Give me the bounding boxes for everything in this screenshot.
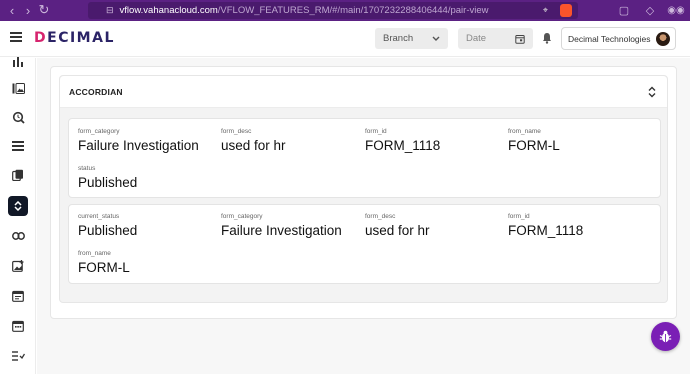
- brave-shield-icon[interactable]: [560, 4, 572, 17]
- private-window-icon[interactable]: ◉◉: [667, 2, 684, 18]
- location-icon[interactable]: ⌖: [543, 5, 548, 16]
- field-label: from_name: [508, 128, 541, 135]
- field: from_name FORM-L: [508, 128, 560, 154]
- field-label: status: [78, 165, 96, 172]
- field: form_id FORM_1118: [508, 213, 583, 239]
- url-path: /VFLOW_FEATURES_RM/#/main/17072322884064…: [217, 5, 489, 16]
- list-icon[interactable]: [8, 136, 28, 156]
- avatar[interactable]: [656, 32, 670, 46]
- url-host: vflow.vahanacloud.com: [119, 5, 218, 16]
- branch-select[interactable]: Branch: [375, 28, 448, 49]
- reload-icon[interactable]: ↻: [36, 2, 52, 18]
- expand-collapse-icon[interactable]: [645, 85, 659, 99]
- field-label: from_name: [78, 250, 111, 257]
- company-selector[interactable]: Decimal Technologies: [561, 27, 676, 50]
- app-header: DECIMAL Branch Date Decimal Technologies: [0, 21, 690, 57]
- content-card: ACCORDIAN form_category Failure Investig…: [50, 66, 677, 319]
- field-value: FORM_1118: [508, 223, 584, 238]
- field-value: Failure Investigation: [78, 138, 199, 153]
- field-label: form_desc: [221, 128, 252, 135]
- gallery-icon[interactable]: [8, 78, 28, 98]
- field-value: FORM-L: [78, 260, 130, 275]
- record-card: current_status Published form_category F…: [68, 204, 661, 284]
- notification-bell-icon[interactable]: [540, 31, 554, 45]
- date-placeholder: Date: [466, 33, 487, 44]
- forward-icon[interactable]: ›: [20, 2, 36, 18]
- branch-placeholder: Branch: [383, 33, 414, 44]
- checklist-icon[interactable]: [8, 346, 28, 366]
- link-icon[interactable]: [8, 226, 28, 246]
- date-picker[interactable]: Date: [458, 28, 533, 49]
- url-shield-icon: ⊟: [106, 5, 114, 15]
- bug-report-button[interactable]: [651, 322, 680, 351]
- main-content: ACCORDIAN form_category Failure Investig…: [37, 58, 690, 374]
- field-label: form_id: [365, 128, 387, 135]
- field: form_desc used for hr: [365, 213, 430, 239]
- field-value: Published: [78, 223, 138, 238]
- bug-icon: [659, 330, 672, 343]
- field-label: form_id: [508, 213, 530, 220]
- calendar-icon[interactable]: [8, 316, 28, 336]
- chevron-down-icon: [432, 36, 440, 41]
- field-value: Failure Investigation: [221, 223, 342, 238]
- field-value: used for hr: [365, 223, 430, 238]
- decimal-logo: DECIMAL: [34, 30, 115, 46]
- field-label: form_category: [78, 128, 120, 135]
- accordion-title: ACCORDIAN: [69, 87, 123, 97]
- menu-icon[interactable]: [10, 32, 22, 42]
- field: form_id FORM_1118: [365, 128, 440, 154]
- field-value: Published: [78, 175, 138, 190]
- bar-chart-icon[interactable]: [8, 52, 28, 72]
- field: status Published: [78, 165, 137, 191]
- back-icon[interactable]: ‹: [4, 2, 20, 18]
- field-value: used for hr: [221, 138, 286, 153]
- calendar-list-icon[interactable]: [8, 286, 28, 306]
- accordion-header[interactable]: ACCORDIAN: [60, 76, 667, 108]
- accordion-icon[interactable]: [8, 196, 28, 216]
- field-value: FORM_1118: [365, 138, 441, 153]
- field-label: form_category: [221, 213, 263, 220]
- field: current_status Published: [78, 213, 137, 239]
- wallet-icon[interactable]: ◇: [642, 2, 658, 18]
- field: form_desc used for hr: [221, 128, 286, 154]
- sidebar-toggle-icon[interactable]: ▢: [616, 2, 632, 18]
- address-bar[interactable]: ⊟ vflow.vahanacloud.com/VFLOW_FEATURES_R…: [88, 2, 578, 19]
- field-label: current_status: [78, 213, 120, 220]
- field: form_category Failure Investigation: [78, 128, 199, 154]
- calendar-icon[interactable]: [515, 34, 525, 44]
- browser-toolbar: ‹ › ↻ ▯ ⊟ vflow.vahanacloud.com/VFLOW_FE…: [0, 0, 690, 21]
- search-history-icon[interactable]: [8, 107, 28, 127]
- field-label: form_desc: [365, 213, 396, 220]
- copy-pages-icon[interactable]: [8, 165, 28, 185]
- sidebar: [0, 57, 36, 374]
- accordion: ACCORDIAN form_category Failure Investig…: [59, 75, 668, 303]
- field-value: FORM-L: [508, 138, 560, 153]
- add-image-icon[interactable]: [8, 256, 28, 276]
- record-card: form_category Failure Investigation form…: [68, 118, 661, 198]
- company-name: Decimal Technologies: [568, 33, 651, 44]
- field: form_category Failure Investigation: [221, 213, 342, 239]
- field: from_name FORM-L: [78, 250, 130, 276]
